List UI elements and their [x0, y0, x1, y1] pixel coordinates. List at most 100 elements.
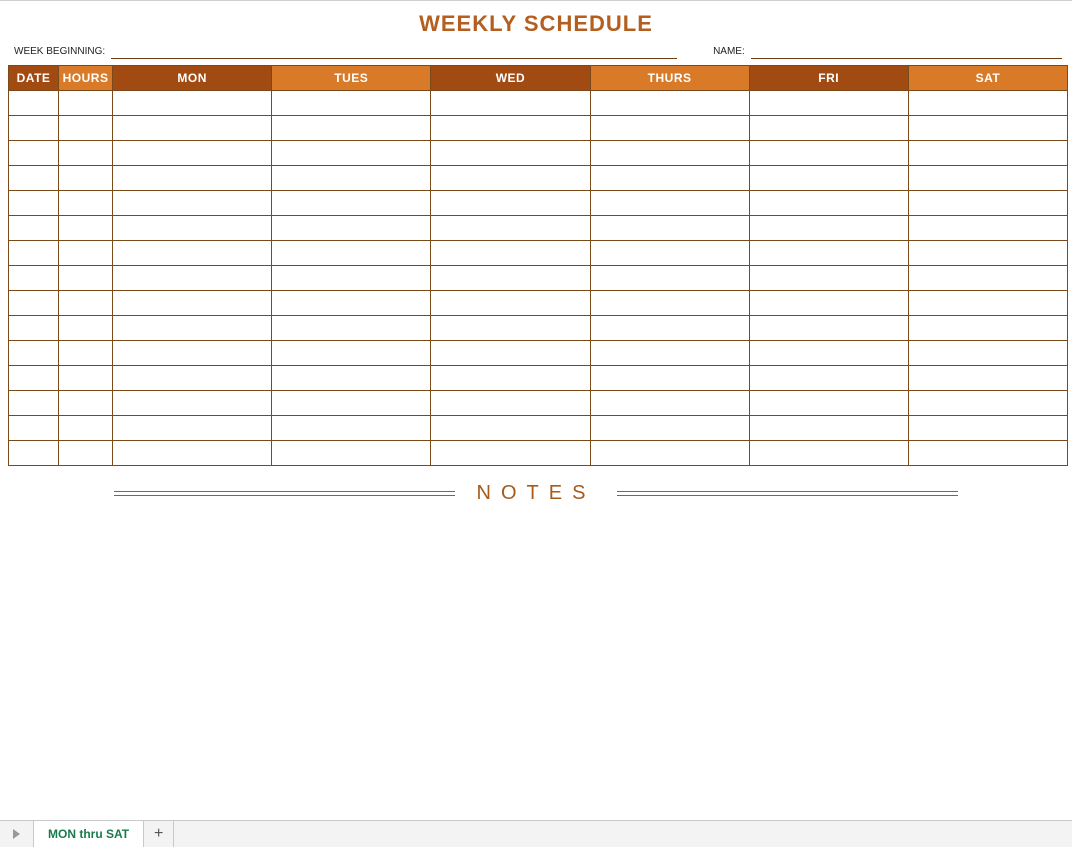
cell-sat[interactable] [908, 391, 1067, 416]
sheet-tab-active[interactable]: MON thru SAT [34, 821, 144, 847]
cell-wed[interactable] [431, 391, 590, 416]
cell-tues[interactable] [272, 316, 431, 341]
cell-thurs[interactable] [590, 366, 749, 391]
cell-date[interactable] [9, 141, 59, 166]
cell-mon[interactable] [113, 416, 272, 441]
cell-mon[interactable] [113, 241, 272, 266]
cell-thurs[interactable] [590, 441, 749, 466]
cell-fri[interactable] [749, 141, 908, 166]
cell-mon[interactable] [113, 266, 272, 291]
cell-mon[interactable] [113, 191, 272, 216]
cell-mon[interactable] [113, 116, 272, 141]
cell-tues[interactable] [272, 291, 431, 316]
cell-date[interactable] [9, 416, 59, 441]
cell-date[interactable] [9, 316, 59, 341]
cell-fri[interactable] [749, 91, 908, 116]
cell-fri[interactable] [749, 441, 908, 466]
cell-wed[interactable] [431, 191, 590, 216]
cell-tues[interactable] [272, 191, 431, 216]
cell-sat[interactable] [908, 191, 1067, 216]
cell-hours[interactable] [59, 366, 113, 391]
cell-date[interactable] [9, 166, 59, 191]
cell-hours[interactable] [59, 341, 113, 366]
cell-thurs[interactable] [590, 416, 749, 441]
cell-mon[interactable] [113, 166, 272, 191]
cell-date[interactable] [9, 241, 59, 266]
cell-fri[interactable] [749, 391, 908, 416]
cell-fri[interactable] [749, 166, 908, 191]
cell-wed[interactable] [431, 316, 590, 341]
cell-mon[interactable] [113, 291, 272, 316]
cell-date[interactable] [9, 266, 59, 291]
cell-tues[interactable] [272, 216, 431, 241]
cell-wed[interactable] [431, 291, 590, 316]
cell-wed[interactable] [431, 416, 590, 441]
cell-mon[interactable] [113, 366, 272, 391]
cell-mon[interactable] [113, 216, 272, 241]
cell-date[interactable] [9, 441, 59, 466]
cell-sat[interactable] [908, 416, 1067, 441]
cell-date[interactable] [9, 341, 59, 366]
cell-fri[interactable] [749, 241, 908, 266]
name-field[interactable] [751, 45, 1062, 59]
cell-mon[interactable] [113, 391, 272, 416]
cell-date[interactable] [9, 291, 59, 316]
cell-tues[interactable] [272, 116, 431, 141]
cell-hours[interactable] [59, 241, 113, 266]
cell-fri[interactable] [749, 216, 908, 241]
cell-hours[interactable] [59, 291, 113, 316]
add-sheet-button[interactable]: + [144, 821, 174, 847]
cell-date[interactable] [9, 391, 59, 416]
cell-thurs[interactable] [590, 166, 749, 191]
cell-thurs[interactable] [590, 216, 749, 241]
cell-sat[interactable] [908, 241, 1067, 266]
cell-sat[interactable] [908, 316, 1067, 341]
cell-sat[interactable] [908, 91, 1067, 116]
cell-sat[interactable] [908, 341, 1067, 366]
cell-wed[interactable] [431, 341, 590, 366]
cell-hours[interactable] [59, 91, 113, 116]
cell-sat[interactable] [908, 291, 1067, 316]
cell-tues[interactable] [272, 441, 431, 466]
cell-mon[interactable] [113, 316, 272, 341]
cell-tues[interactable] [272, 141, 431, 166]
cell-fri[interactable] [749, 266, 908, 291]
cell-thurs[interactable] [590, 341, 749, 366]
week-beginning-field[interactable] [111, 45, 677, 59]
cell-fri[interactable] [749, 291, 908, 316]
cell-mon[interactable] [113, 141, 272, 166]
cell-tues[interactable] [272, 416, 431, 441]
cell-thurs[interactable] [590, 91, 749, 116]
cell-tues[interactable] [272, 341, 431, 366]
cell-fri[interactable] [749, 191, 908, 216]
cell-mon[interactable] [113, 441, 272, 466]
cell-wed[interactable] [431, 241, 590, 266]
cell-wed[interactable] [431, 91, 590, 116]
cell-sat[interactable] [908, 366, 1067, 391]
cell-wed[interactable] [431, 116, 590, 141]
cell-tues[interactable] [272, 166, 431, 191]
cell-fri[interactable] [749, 116, 908, 141]
cell-wed[interactable] [431, 166, 590, 191]
cell-fri[interactable] [749, 416, 908, 441]
cell-date[interactable] [9, 216, 59, 241]
cell-mon[interactable] [113, 341, 272, 366]
cell-wed[interactable] [431, 141, 590, 166]
cell-thurs[interactable] [590, 191, 749, 216]
cell-wed[interactable] [431, 366, 590, 391]
cell-hours[interactable] [59, 391, 113, 416]
cell-date[interactable] [9, 116, 59, 141]
cell-hours[interactable] [59, 266, 113, 291]
cell-date[interactable] [9, 91, 59, 116]
cell-thurs[interactable] [590, 316, 749, 341]
cell-thurs[interactable] [590, 266, 749, 291]
cell-thurs[interactable] [590, 291, 749, 316]
cell-wed[interactable] [431, 441, 590, 466]
cell-hours[interactable] [59, 316, 113, 341]
cell-tues[interactable] [272, 391, 431, 416]
cell-hours[interactable] [59, 141, 113, 166]
cell-fri[interactable] [749, 316, 908, 341]
cell-hours[interactable] [59, 216, 113, 241]
cell-thurs[interactable] [590, 141, 749, 166]
cell-hours[interactable] [59, 416, 113, 441]
